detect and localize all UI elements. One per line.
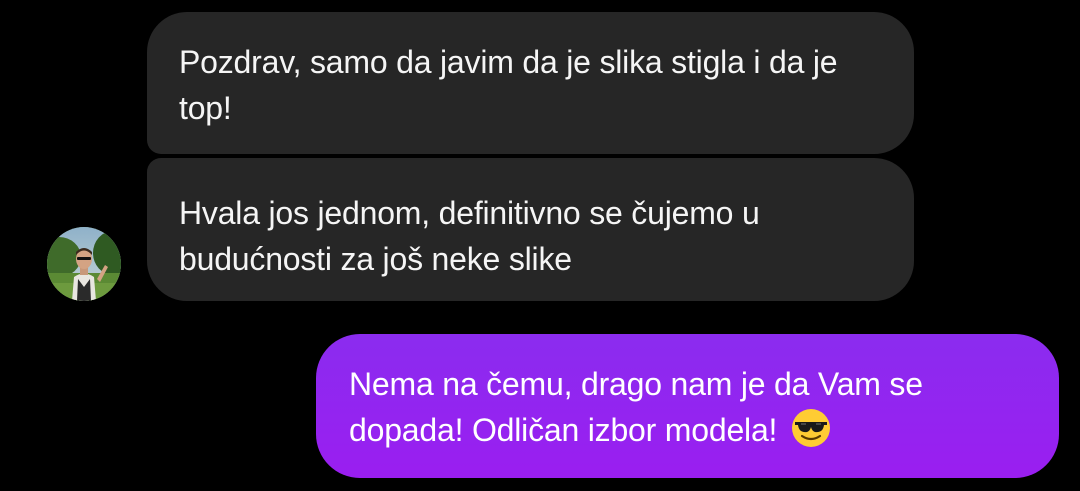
message-text: Pozdrav, samo da javim da je slika stigl… <box>179 44 838 126</box>
profile-photo <box>47 227 121 301</box>
outgoing-message-bubble[interactable]: Nema na čemu, drago nam je da Vam se dop… <box>316 334 1059 478</box>
smiling-face-with-sunglasses-icon <box>791 409 830 447</box>
avatar[interactable] <box>47 227 121 301</box>
incoming-message-bubble[interactable]: Hvala jos jednom, definitivno se čujemo … <box>147 158 914 301</box>
message-text: Nema na čemu, drago nam je da Vam se dop… <box>349 366 923 448</box>
message-text: Hvala jos jednom, definitivno se čujemo … <box>179 195 760 277</box>
incoming-message-bubble[interactable]: Pozdrav, samo da javim da je slika stigl… <box>147 12 914 154</box>
